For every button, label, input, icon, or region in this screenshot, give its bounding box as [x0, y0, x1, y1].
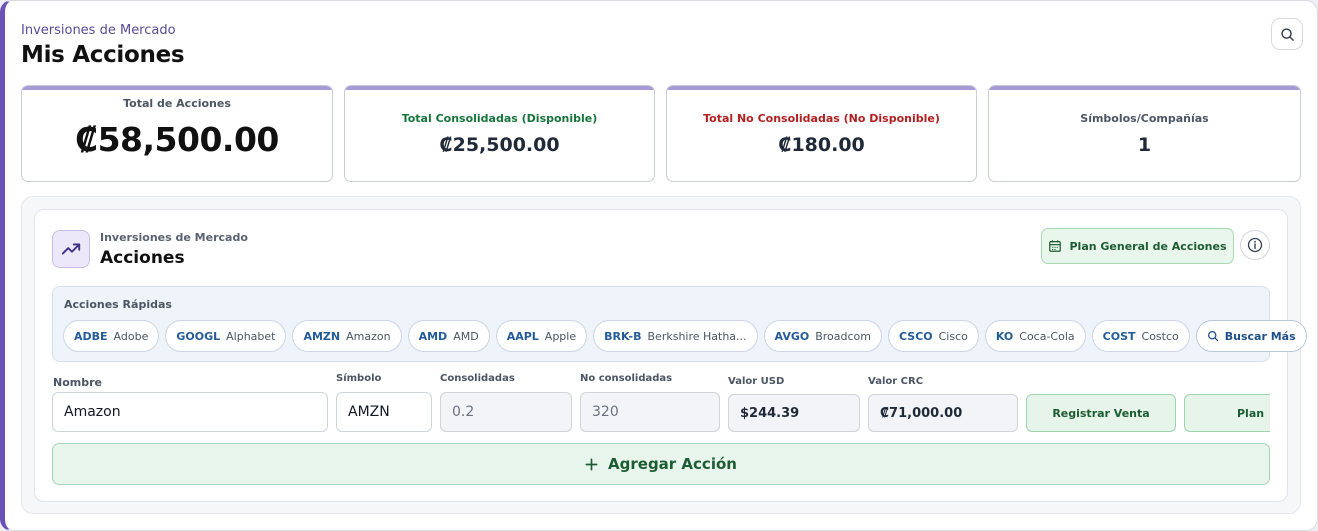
page-title: Mis Acciones [21, 42, 185, 68]
trending-up-icon [61, 243, 81, 255]
app-window: Inversiones de Mercado Mis Acciones Tota… [0, 0, 1318, 531]
symbol-input[interactable]: AMZN [336, 392, 432, 432]
quick-chip-brk-b[interactable]: BRK-B Berkshire Hatha... [593, 320, 758, 352]
chip-symbol: COST [1102, 329, 1136, 343]
chip-symbol: AMD [418, 329, 448, 343]
search-button[interactable] [1271, 18, 1303, 50]
stocks-section: Inversiones de Mercado Acciones Plan Gen… [21, 196, 1307, 514]
chip-name: Alphabet [226, 329, 276, 343]
chip-symbol: AVGO [774, 329, 810, 343]
panel-eyebrow: Inversiones de Mercado [100, 231, 248, 244]
symbols-card: Símbolos/Compañías 1 [988, 85, 1301, 182]
chip-name: Costco [1141, 329, 1179, 343]
consolidated-input[interactable]: 0.2 [440, 392, 572, 432]
chip-name: Broadcom [815, 329, 871, 343]
quick-chip-googl[interactable]: GOOGL Alphabet [165, 320, 287, 352]
stocks-panel: Inversiones de Mercado Acciones Plan Gen… [34, 209, 1307, 502]
consolidated-value: ₡25,500.00 [439, 133, 560, 156]
quick-chip-amd[interactable]: AMD AMD [407, 320, 490, 352]
add-stock-button[interactable]: Agregar Acción [52, 443, 1270, 485]
summary-cards: Total de Acciones ₡58,500.00 Total Conso… [21, 85, 1301, 182]
info-icon [1247, 237, 1263, 253]
info-button[interactable] [1240, 230, 1270, 260]
trend-icon-box [52, 230, 90, 268]
quick-actions: Acciones Rápidas ADBE Adobe GOOGL Alphabet… [52, 286, 1307, 362]
symbol-label: Símbolo [336, 373, 382, 384]
quick-actions-label: Acciones Rápidas [64, 298, 172, 311]
unconsolidated-value: ₡180.00 [778, 133, 865, 156]
chip-name: Adobe [113, 329, 149, 343]
search-icon [1280, 27, 1294, 41]
unconsolidated-input[interactable]: 320 [580, 392, 720, 432]
page-eyebrow: Inversiones de Mercado [21, 23, 176, 38]
quick-chip-list: ADBE Adobe GOOGL Alphabet AMZN Amazon AMD AM… [63, 320, 1307, 352]
plus-icon [585, 458, 598, 470]
add-stock-label: Agregar Acción [608, 455, 737, 473]
search-more-button[interactable]: Buscar Más [1195, 320, 1307, 352]
consolidated-card: Total Consolidadas (Disponible) ₡25,500.… [344, 85, 655, 182]
total-label: Total de Acciones [123, 96, 231, 110]
panel-title: Acciones [100, 248, 185, 268]
search-icon [1207, 331, 1218, 342]
crc-value: ₡71,000.00 [868, 394, 1018, 432]
chip-symbol: GOOGL [176, 329, 221, 343]
plan-button[interactable]: Plan [1184, 394, 1270, 432]
unconsolidated-card: Total No Consolidadas (No Disponible) ₡1… [666, 85, 977, 182]
unconsolidated-field-label: No consolidadas [580, 373, 673, 384]
chip-symbol: AMZN [303, 329, 341, 343]
quick-chip-ko[interactable]: KO Coca-Cola [984, 320, 1086, 352]
chip-symbol: AAPL [506, 329, 539, 343]
usd-value: $244.39 [728, 394, 860, 432]
symbols-value: 1 [1137, 133, 1152, 156]
quick-chip-csco[interactable]: CSCO Cisco [888, 320, 979, 352]
general-plan-label: Plan General de Acciones [1069, 239, 1227, 253]
quick-chip-avgo[interactable]: AVGO Broadcom [763, 320, 882, 352]
quick-chip-cost[interactable]: COST Costco [1091, 320, 1190, 352]
chip-name: Amazon [346, 329, 391, 343]
name-label: Nombre [53, 376, 102, 389]
quick-chip-amzn[interactable]: AMZN Amazon [292, 320, 402, 352]
symbols-label: Símbolos/Compañías [1080, 111, 1209, 125]
chip-symbol: BRK-B [604, 329, 642, 343]
quick-chip-aapl[interactable]: AAPL Apple [495, 320, 588, 352]
name-input[interactable]: Amazon [52, 392, 328, 432]
crc-label: Valor CRC [868, 376, 924, 387]
chip-name: Coca-Cola [1019, 329, 1075, 343]
unconsolidated-label: Total No Consolidadas (No Disponible) [703, 111, 940, 125]
page-header: Inversiones de Mercado Mis Acciones [21, 23, 185, 68]
chip-name: Berkshire Hatha... [647, 329, 747, 343]
chip-symbol: CSCO [899, 329, 933, 343]
total-value: ₡58,500.00 [75, 119, 279, 159]
usd-label: Valor USD [728, 376, 785, 387]
calendar-icon [1049, 240, 1062, 252]
chip-name: AMD [453, 329, 479, 343]
quick-chip-adbe[interactable]: ADBE Adobe [63, 320, 160, 352]
total-card: Total de Acciones ₡58,500.00 [21, 85, 333, 182]
chip-name: Apple [544, 329, 577, 343]
chip-symbol: ADBE [74, 329, 108, 343]
general-plan-button[interactable]: Plan General de Acciones [1041, 228, 1234, 264]
consolidated-field-label: Consolidadas [440, 373, 515, 384]
consolidated-label: Total Consolidadas (Disponible) [401, 111, 598, 125]
search-more-label: Buscar Más [1224, 329, 1296, 343]
chip-symbol: KO [995, 329, 1014, 343]
chip-name: Cisco [938, 329, 968, 343]
register-sale-button[interactable]: Registrar Venta [1026, 394, 1176, 432]
